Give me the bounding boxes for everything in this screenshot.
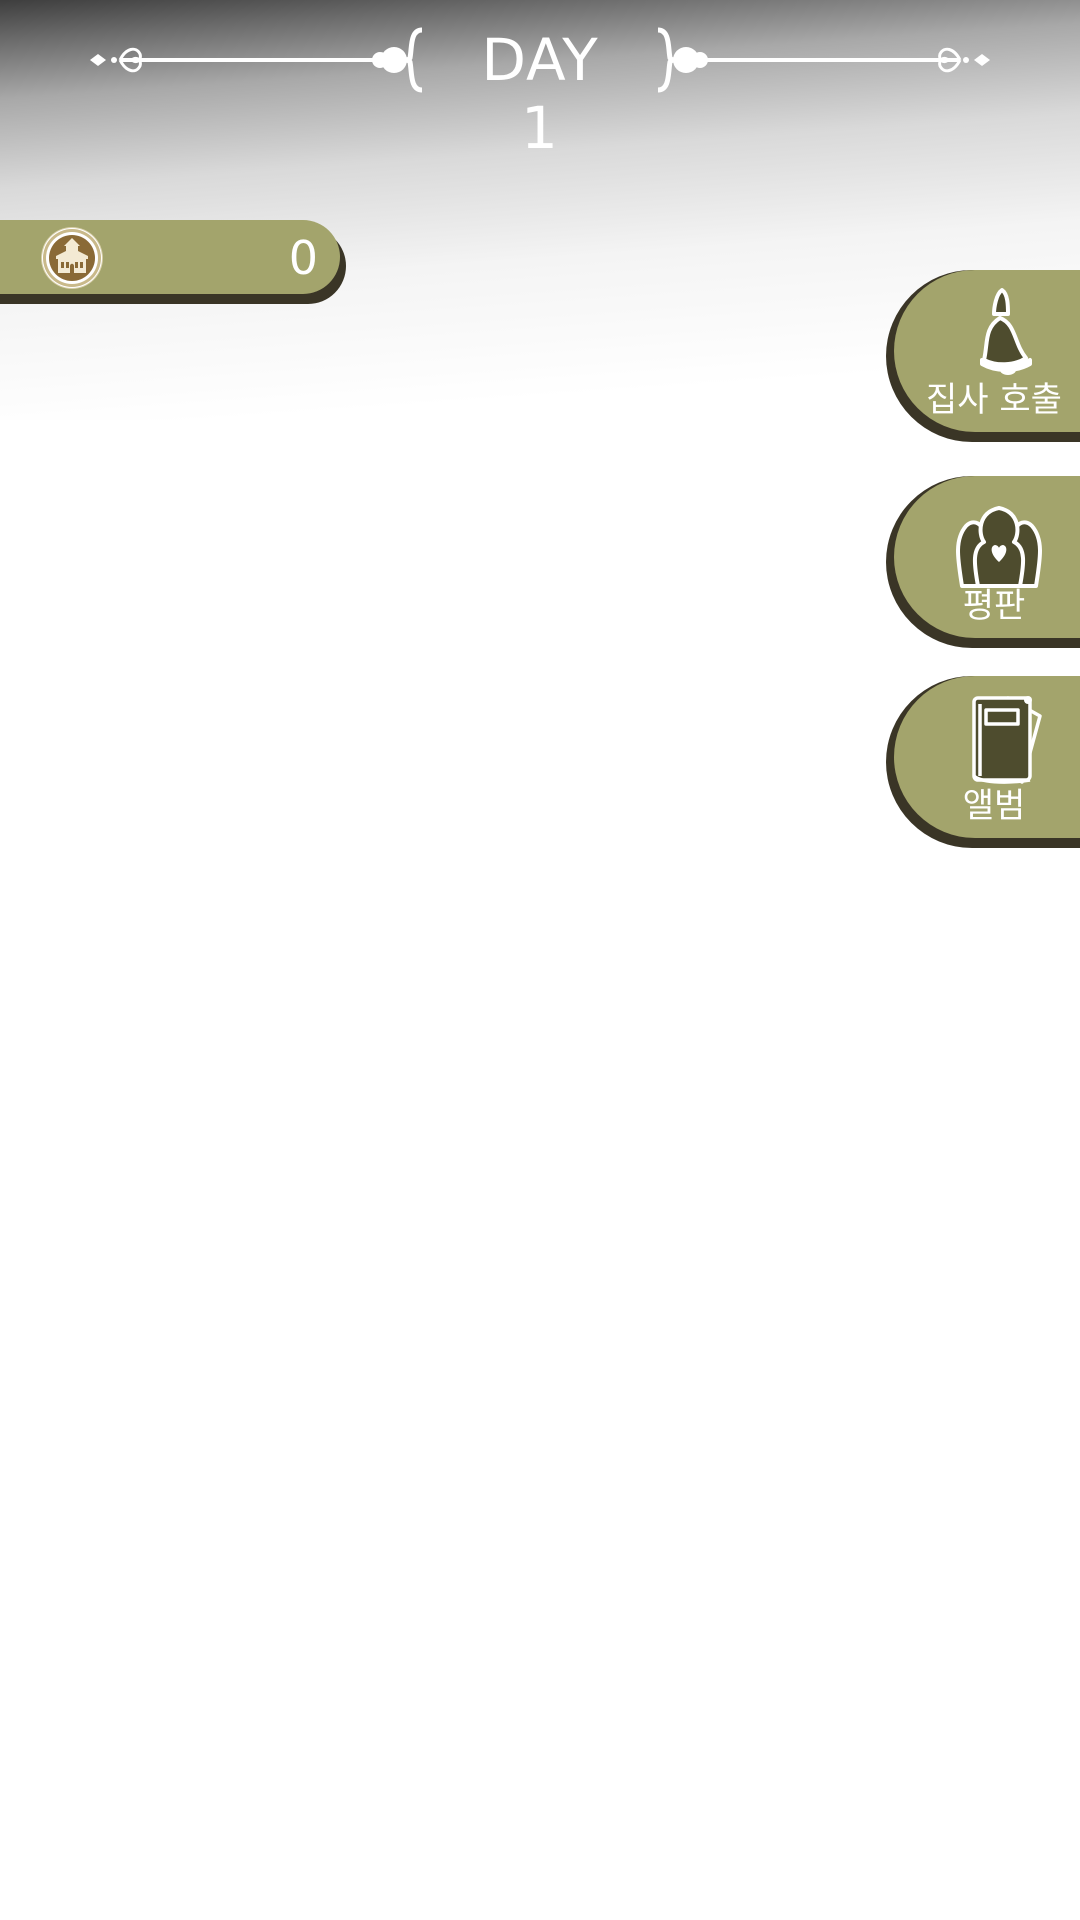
day-label: DAY 1 <box>481 26 599 162</box>
butler-call-button[interactable]: 집사 호출 <box>886 270 1080 442</box>
bell-icon <box>944 284 1054 384</box>
currency-pill-face: 0 <box>0 220 340 294</box>
butler-call-label: 집사 호출 <box>926 380 1062 420</box>
reputation-button-face: 평판 <box>894 476 1080 638</box>
album-button[interactable]: 앨범 <box>886 676 1080 848</box>
reputation-button[interactable]: 평판 <box>886 476 1080 648</box>
album-button-face: 앨범 <box>894 676 1080 838</box>
mansion-coin-icon <box>42 228 102 288</box>
currency-counter: 0 <box>0 220 346 304</box>
book-album-icon <box>944 690 1054 790</box>
album-label: 앨범 <box>962 786 1026 826</box>
reputation-label: 평판 <box>962 586 1026 626</box>
currency-value: 0 <box>288 231 318 285</box>
people-heart-icon <box>944 490 1054 590</box>
day-header: DAY 1 <box>80 18 1000 162</box>
butler-call-button-face: 집사 호출 <box>894 270 1080 432</box>
game-screen: DAY 1 0 집사 호출 평판 앨범 <box>0 0 1080 1920</box>
